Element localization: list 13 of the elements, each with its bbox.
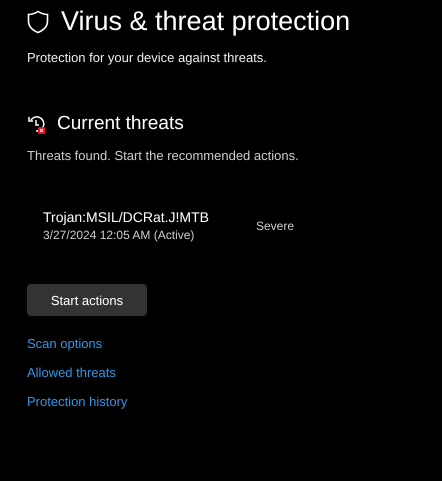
link[interactable]: Allowed threats <box>27 365 116 380</box>
start-actions-button[interactable]: Start actions <box>27 284 147 316</box>
link[interactable]: Protection history <box>27 394 128 409</box>
section-description: Threats found. Start the recommended actions. <box>27 148 300 163</box>
shield-icon <box>27 10 49 34</box>
link[interactable]: Scan options <box>27 336 102 351</box>
page-title: Virus & threat protection <box>61 6 350 37</box>
threat-date: 3/27/2024 12:05 AM (Active) <box>43 228 196 242</box>
page-subtitle: Protection for your device against threats. <box>27 50 268 65</box>
clock-alert-icon <box>27 114 47 134</box>
threat-name: Trojan:MSIL/DCRat.J!MTB <box>43 209 210 225</box>
threat-severity: Severe <box>256 218 294 232</box>
section-heading: Current threats <box>57 113 184 135</box>
